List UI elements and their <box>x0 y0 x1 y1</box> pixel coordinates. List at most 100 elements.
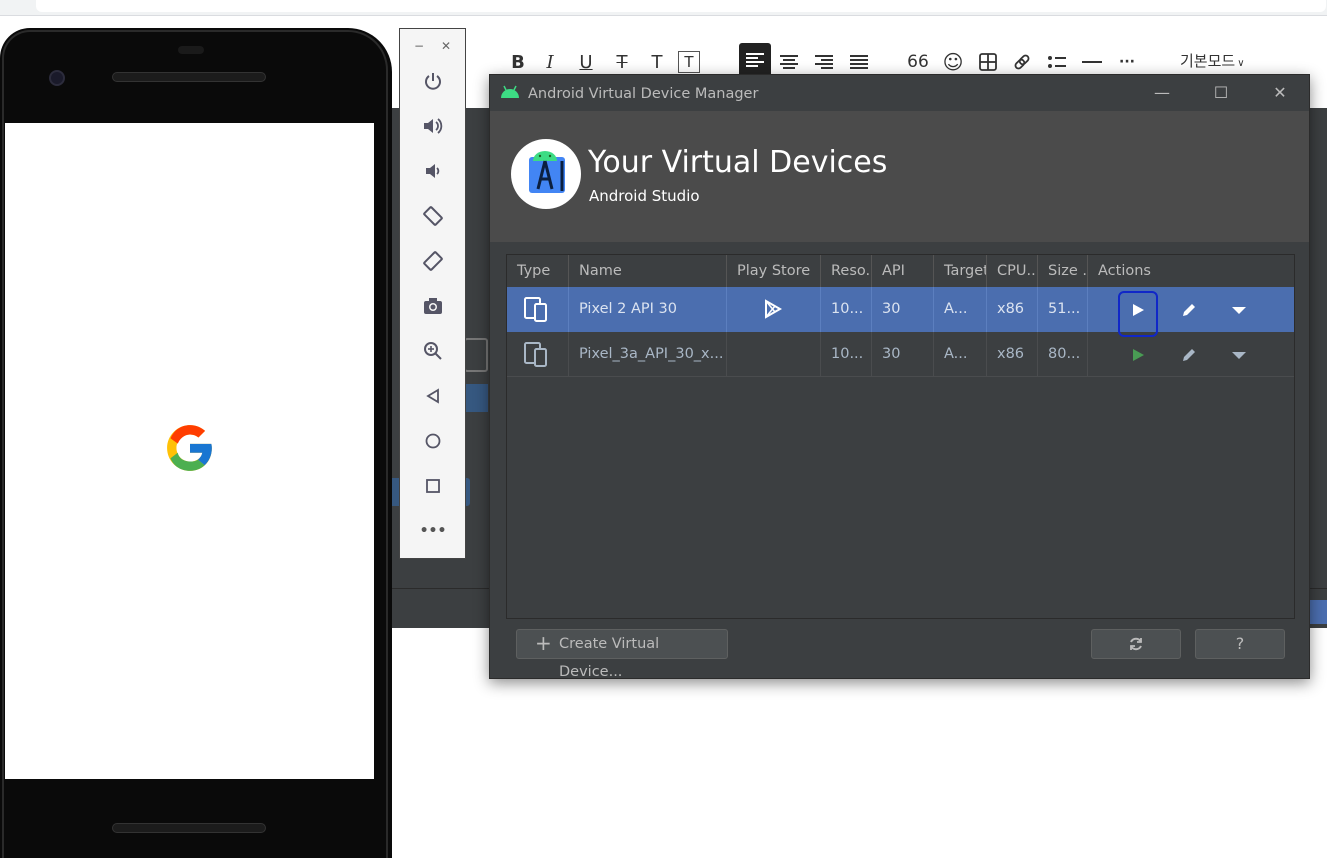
home-circle-icon <box>425 433 441 449</box>
bold-button[interactable]: B <box>504 48 532 76</box>
back-button[interactable] <box>420 383 446 409</box>
emoji-button[interactable]: ☺ <box>939 48 967 76</box>
refresh-button[interactable] <box>1091 629 1181 659</box>
list-button[interactable] <box>1043 48 1071 76</box>
link-icon <box>1014 54 1030 70</box>
underline-button[interactable]: U <box>572 48 600 76</box>
text-background-button[interactable]: T <box>678 51 700 73</box>
close-window-button[interactable]: ✕ <box>1266 81 1294 105</box>
device-type-cell <box>507 287 569 332</box>
device-size: 80... <box>1038 332 1088 377</box>
rotate-right-button[interactable] <box>420 248 446 274</box>
text-color-button[interactable]: T <box>643 48 671 76</box>
edit-button[interactable] <box>1171 332 1207 377</box>
minimize-window-button[interactable]: — <box>1148 81 1176 105</box>
align-center-button[interactable] <box>775 48 803 76</box>
edit-button[interactable] <box>1171 287 1207 332</box>
overview-button[interactable] <box>420 473 446 499</box>
column-header-target[interactable]: Target <box>934 255 987 287</box>
more-options-button[interactable]: ··· <box>1113 48 1141 76</box>
studio-accent-strip <box>1309 600 1327 624</box>
help-button[interactable]: ? <box>1195 629 1285 659</box>
google-logo-icon <box>167 425 212 471</box>
camera-icon <box>424 298 442 314</box>
italic-button[interactable]: I <box>536 48 564 76</box>
phone-emulator <box>0 28 392 858</box>
power-icon <box>425 73 441 90</box>
power-button[interactable] <box>420 68 446 94</box>
volume-up-button[interactable] <box>420 113 446 139</box>
align-right-icon <box>815 55 833 69</box>
device-target: A... <box>934 287 987 332</box>
column-header-size[interactable]: Size .. <box>1038 255 1088 287</box>
editor-mode-label: 기본모드 <box>1180 52 1236 70</box>
table-icon <box>979 53 997 71</box>
divider-button[interactable] <box>1078 48 1106 76</box>
screenshot-button[interactable] <box>420 293 446 319</box>
device-cpu: x86 <box>987 332 1038 377</box>
column-header-play-store[interactable]: Play Store <box>727 255 821 287</box>
device-resolution: 10... <box>821 332 872 377</box>
column-header-name[interactable]: Name <box>569 255 727 287</box>
device-target: A... <box>934 332 987 377</box>
device-type-cell <box>507 332 569 377</box>
minimize-emulator-button[interactable]: − <box>414 39 424 53</box>
caret-down-icon <box>1232 306 1246 314</box>
bottom-speaker <box>112 823 266 833</box>
phone-tablet-icon <box>524 342 547 367</box>
maximize-window-button[interactable]: ☐ <box>1207 81 1235 105</box>
column-header-cpu[interactable]: CPU... <box>987 255 1038 287</box>
phone-tablet-icon <box>524 297 547 322</box>
create-virtual-device-button[interactable]: + Create Virtual Device... <box>516 629 728 680</box>
page-subtitle: Android Studio <box>589 187 700 205</box>
editor-mode-dropdown[interactable]: 기본모드 ∨ <box>1180 50 1245 71</box>
table-button[interactable] <box>974 48 1002 76</box>
refresh-icon <box>1130 637 1142 651</box>
horizontal-rule-icon <box>1082 61 1102 63</box>
quote-button[interactable]: 66 <box>904 48 932 76</box>
more-actions-dropdown[interactable] <box>1221 332 1257 377</box>
link-button[interactable] <box>1008 48 1036 76</box>
pencil-icon <box>1183 303 1195 316</box>
device-size: 51... <box>1038 287 1088 332</box>
rotate-left-button[interactable] <box>420 203 446 229</box>
column-header-actions[interactable]: Actions <box>1088 255 1294 287</box>
plus-icon: + <box>535 631 552 655</box>
play-store-cell <box>727 332 821 377</box>
address-bar[interactable] <box>36 0 1326 12</box>
column-header-resolution[interactable]: Reso... <box>821 255 872 287</box>
tablet-icon <box>464 338 488 372</box>
column-header-type[interactable]: Type <box>507 255 569 287</box>
pencil-icon <box>1183 348 1195 361</box>
page-title: Your Virtual Devices <box>588 145 888 180</box>
align-right-button[interactable] <box>810 48 838 76</box>
zoom-button[interactable] <box>420 338 446 364</box>
device-api: 30 <box>872 332 934 377</box>
zoom-in-icon <box>424 342 442 360</box>
home-button[interactable] <box>420 428 446 454</box>
more-actions-dropdown[interactable] <box>1221 287 1257 332</box>
device-resolution: 10... <box>821 287 872 332</box>
align-left-button[interactable] <box>739 43 771 77</box>
column-header-api[interactable]: API <box>872 255 934 287</box>
device-table: Type Name Play Store Reso... API Target … <box>506 254 1295 619</box>
close-emulator-button[interactable]: ✕ <box>441 39 451 53</box>
table-row[interactable]: Pixel 2 API 30 10... 30 A... x86 51... <box>507 287 1294 337</box>
caret-down-icon <box>1232 351 1246 359</box>
align-justify-button[interactable] <box>845 48 873 76</box>
rotate-right-icon <box>423 251 443 271</box>
more-options-emulator-button[interactable]: ••• <box>420 518 447 544</box>
play-store-icon <box>765 299 783 319</box>
table-row[interactable]: Pixel_3a_API_30_x... 10... 30 A... x86 8… <box>507 332 1294 377</box>
emoji-icon: ☺ <box>942 50 964 74</box>
overview-square-icon <box>426 479 440 493</box>
create-virtual-device-label: Create Virtual Device... <box>559 636 660 680</box>
emulator-toolbar: − ✕ ••• <box>399 28 466 559</box>
bullet-list-icon <box>1048 56 1066 68</box>
volume-down-button[interactable] <box>420 158 446 184</box>
launch-button[interactable] <box>1118 332 1158 377</box>
top-speaker <box>112 72 266 82</box>
phone-screen[interactable] <box>5 123 374 779</box>
strikethrough-button[interactable]: T <box>608 48 636 76</box>
align-justify-icon <box>850 55 868 69</box>
